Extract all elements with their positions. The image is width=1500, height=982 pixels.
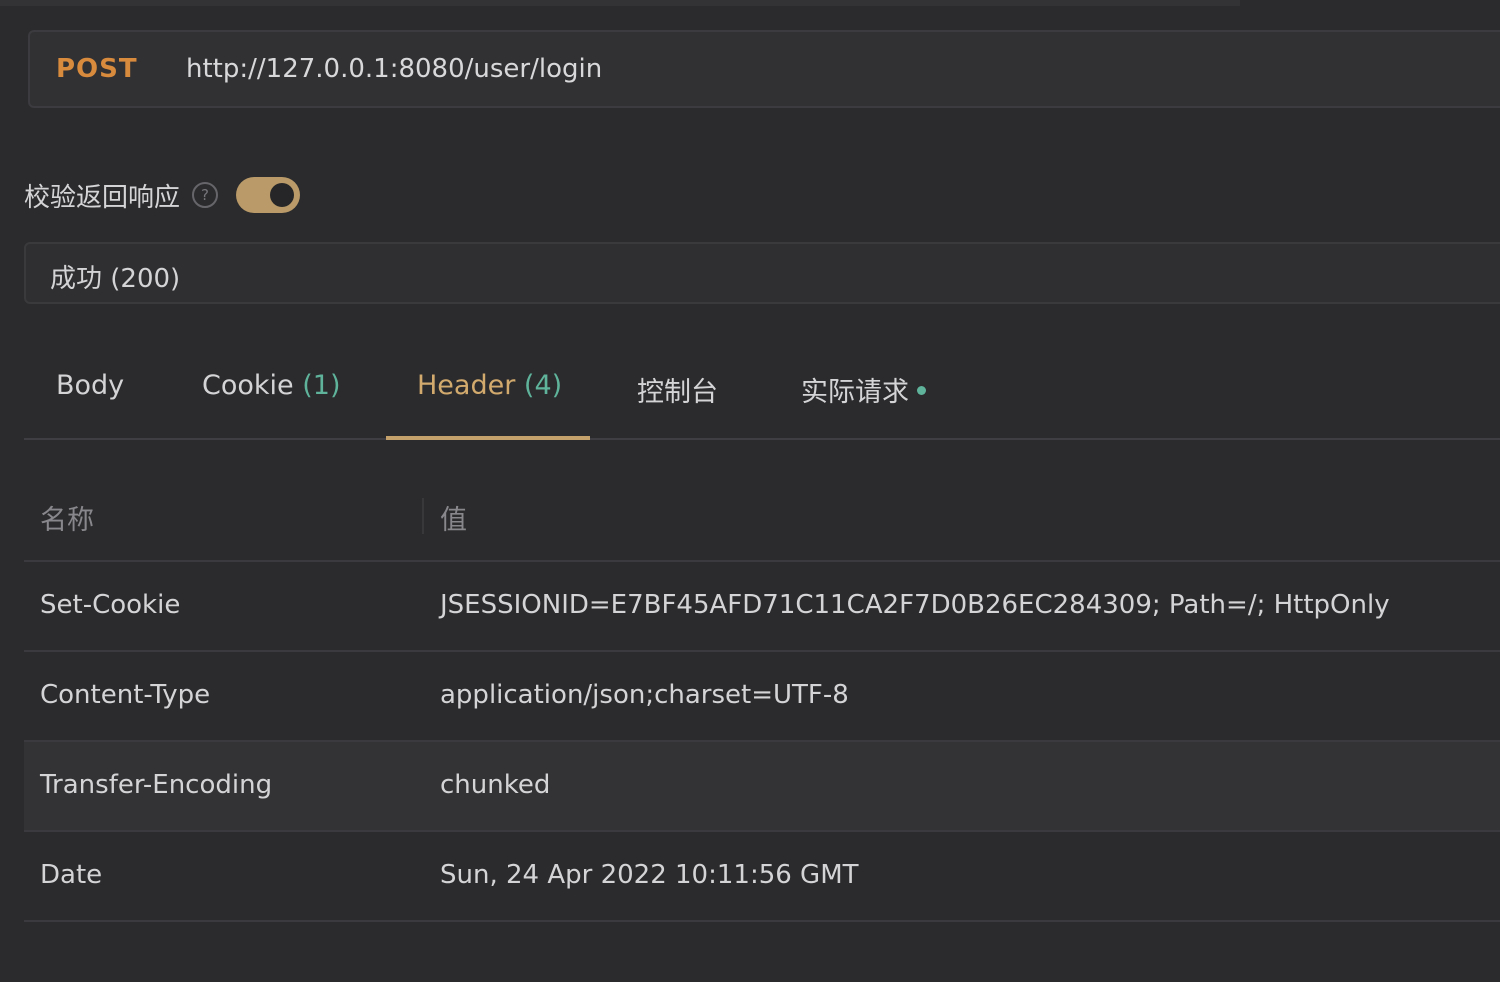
response-status-value: 成功 (200) — [50, 264, 181, 294]
header-value-cell: Sun, 24 Apr 2022 10:11:56 GMT — [440, 860, 859, 890]
table-row[interactable]: Date Sun, 24 Apr 2022 10:11:56 GMT — [24, 832, 1500, 922]
tab-cookie[interactable]: Cookie (1) — [202, 370, 340, 401]
header-name-cell: Set-Cookie — [40, 590, 181, 620]
header-value-cell: application/json;charset=UTF-8 — [440, 680, 849, 710]
table-row[interactable]: Content-Type application/json;charset=UT… — [24, 652, 1500, 742]
top-divider-strip — [0, 0, 1240, 6]
table-row[interactable]: Set-Cookie JSESSIONID=E7BF45AFD71C11CA2F… — [24, 562, 1500, 652]
header-name-cell: Transfer-Encoding — [40, 770, 273, 800]
tab-cookie-count: (1) — [302, 370, 341, 401]
request-url-bar[interactable]: POST http://127.0.0.1:8080/user/login — [28, 30, 1500, 108]
tab-console-label: 控制台 — [637, 377, 718, 408]
toggle-knob — [270, 183, 295, 207]
column-divider[interactable] — [422, 498, 424, 534]
tab-header-count: (4) — [523, 370, 563, 401]
question-circle-icon[interactable]: ? — [192, 182, 219, 208]
tab-console[interactable]: 控制台 — [637, 370, 718, 409]
request-url-text[interactable]: http://127.0.0.1:8080/user/login — [186, 54, 602, 84]
http-method-label[interactable]: POST — [56, 54, 138, 84]
tab-header-label: Header — [417, 370, 516, 401]
table-header-row: 名称 值 — [24, 472, 1500, 562]
tab-cookie-label: Cookie — [202, 370, 294, 401]
tab-body[interactable]: Body — [56, 370, 124, 401]
response-status-select[interactable]: 成功 (200) — [24, 242, 1500, 304]
validate-response-label: 校验返回响应 — [24, 182, 181, 213]
header-name-cell: Content-Type — [40, 680, 211, 710]
header-value-cell: chunked — [440, 770, 551, 800]
column-header-name: 名称 — [40, 505, 94, 536]
validate-response-row: 校验返回响应 ? — [24, 174, 301, 216]
header-value-cell: JSESSIONID=E7BF45AFD71C11CA2F7D0B26EC284… — [440, 590, 1390, 620]
tab-actual-request-label: 实际请求 — [801, 377, 909, 408]
active-tab-indicator — [386, 436, 590, 440]
headers-table: 名称 值 Set-Cookie JSESSIONID=E7BF45AFD71C1… — [24, 472, 1500, 922]
tab-header[interactable]: Header (4) — [417, 370, 562, 401]
validate-response-toggle[interactable] — [236, 177, 301, 213]
response-tabs: Body Cookie (1) Header (4) 控制台 实际请求 — [24, 340, 1500, 440]
tab-body-label: Body — [56, 370, 125, 401]
column-header-value: 值 — [440, 505, 467, 536]
status-dot-icon — [917, 386, 926, 395]
tab-actual-request[interactable]: 实际请求 — [801, 370, 926, 409]
table-row[interactable]: Transfer-Encoding chunked — [24, 742, 1500, 832]
header-name-cell: Date — [40, 860, 103, 890]
